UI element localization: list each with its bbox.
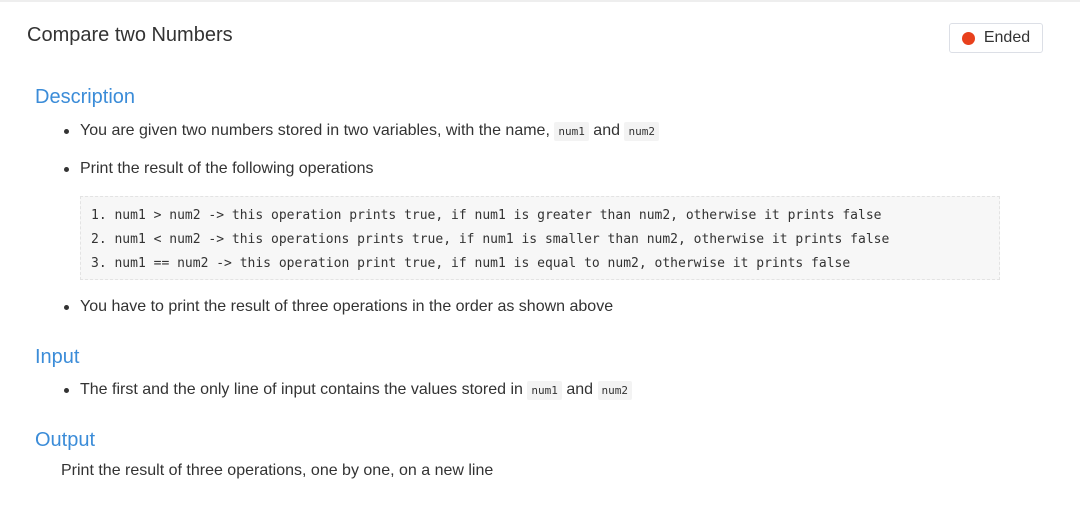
code-line: 2. num1 < num2 -> this operations prints… — [91, 232, 890, 247]
status-badge[interactable]: Ended — [949, 23, 1043, 53]
description-heading: Description — [35, 86, 136, 108]
list-item: You are given two numbers stored in two … — [62, 120, 659, 143]
inline-code: num1 — [554, 122, 589, 141]
bullet-text: and — [593, 122, 620, 139]
problem-title: Compare two Numbers — [27, 24, 233, 46]
list-item: You have to print the result of three op… — [62, 296, 613, 318]
inline-code: num2 — [597, 381, 632, 400]
inline-code: num2 — [624, 122, 659, 141]
list-item: The first and the only line of input con… — [62, 379, 632, 402]
inline-code: num1 — [527, 381, 562, 400]
bullet-text: and — [566, 381, 594, 398]
code-line: 3. num1 == num2 -> this operation print … — [91, 256, 851, 271]
input-heading: Input — [35, 346, 80, 368]
description-list-2: Print the result of the following operat… — [62, 158, 374, 180]
output-text: Print the result of three operations, on… — [61, 462, 494, 479]
description-list: You are given two numbers stored in two … — [62, 120, 659, 143]
status-dot-icon — [961, 31, 975, 45]
output-heading: Output — [35, 429, 96, 451]
description-list-3: You have to print the result of three op… — [62, 296, 613, 318]
bullet-text: You are given two numbers stored in two … — [80, 122, 550, 139]
top-divider — [0, 0, 1080, 2]
list-item: Print the result of the following operat… — [62, 158, 374, 180]
input-list: The first and the only line of input con… — [62, 379, 632, 402]
operations-code-block: 1. num1 > num2 -> this operation prints … — [80, 196, 1000, 280]
bullet-text: The first and the only line of input con… — [80, 381, 523, 398]
status-label: Ended — [983, 29, 1031, 46]
code-line: 1. num1 > num2 -> this operation prints … — [91, 208, 882, 223]
